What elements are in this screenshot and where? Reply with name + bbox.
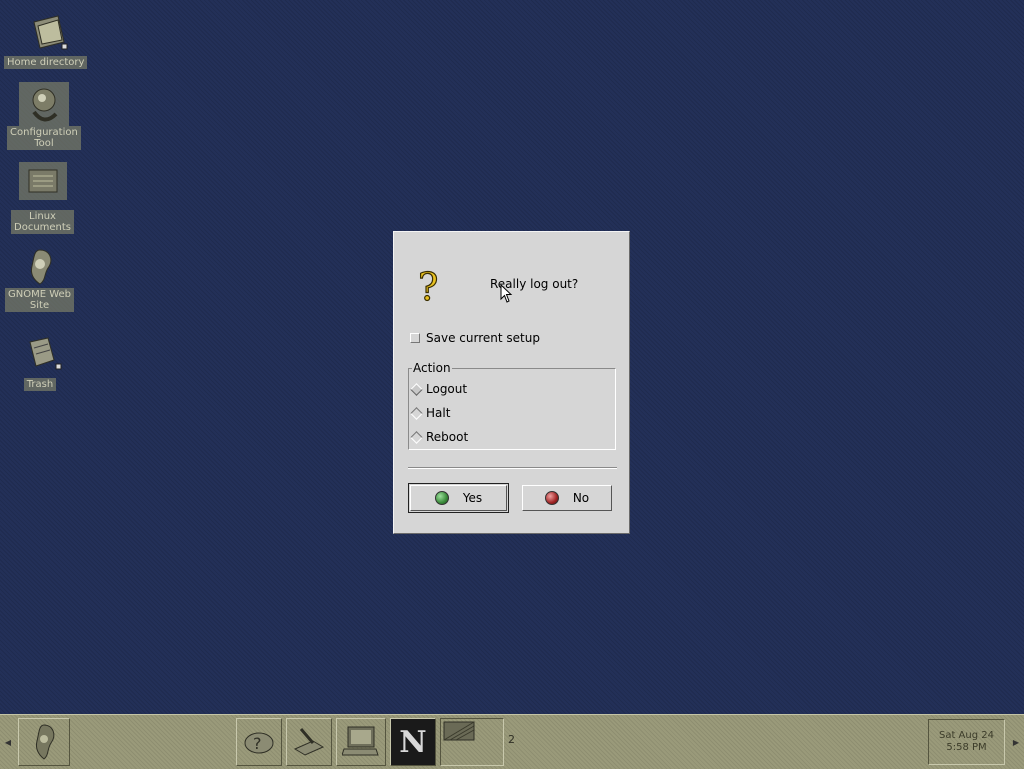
radio-label: Halt [426,406,451,420]
help-launcher[interactable]: ? [236,718,282,766]
desktop-icon-home[interactable]: Home directory [4,12,88,69]
question-icon: ? [416,264,444,309]
gnome-panel: ◀ ? N 2 Sat Aug 24 5:58 PM ▶ [0,714,1024,769]
desktop-icon-docs[interactable]: Linux Documents [11,162,75,234]
main-menu-button[interactable] [18,718,70,766]
checkbox-box[interactable] [410,333,420,343]
clock-date: Sat Aug 24 [938,730,994,741]
yes-button[interactable]: Yes [408,483,509,513]
radio-label: Logout [426,382,468,396]
workspace-pager[interactable] [440,718,504,766]
terminal-icon [341,723,380,762]
svg-text:?: ? [418,266,438,306]
radio-indicator[interactable] [410,382,423,396]
save-setup-checkbox[interactable]: Save current setup [410,331,540,345]
logout-dialog: ? Really log out? Save current setup Act… [393,231,630,534]
desktop-icon-trash[interactable]: Trash [16,334,64,391]
radio-indicator[interactable] [410,430,423,444]
netscape-launcher[interactable]: N [390,718,436,766]
config-tool-icon [18,82,69,126]
radio-indicator[interactable] [410,406,423,420]
action-group-title: Action [412,361,452,375]
desktop-icon-config[interactable]: Configuration Tool [7,82,81,150]
pager-count: 2 [508,733,515,746]
red-ball-icon [544,491,559,505]
desktop-icon-label: Home directory [4,56,88,69]
desktop-icon-gnome[interactable]: GNOME Web Site [5,244,75,312]
desktop-icon-label: Trash [23,378,57,391]
folder-icon [22,12,70,56]
pager-icon [443,721,475,741]
save-setup-label: Save current setup [426,331,540,345]
help-icon: ? [241,723,277,762]
terminal-launcher[interactable] [336,718,386,766]
mouse-cursor-icon [500,283,514,307]
radio-halt[interactable]: Halt [410,406,451,420]
yes-label: Yes [462,491,483,505]
config-launcher[interactable] [286,718,332,766]
netscape-icon: N [399,724,427,760]
panel-hide-right-icon[interactable]: ▶ [1010,719,1022,765]
gnome-foot-icon [27,721,61,764]
tools-icon [291,723,327,762]
panel-clock[interactable]: Sat Aug 24 5:58 PM [928,719,1005,765]
desktop-icon-label: Configuration Tool [7,126,81,150]
radio-label: Reboot [426,430,469,444]
documents-icon [18,162,67,200]
green-ball-icon [434,491,449,505]
panel-hide-left-icon[interactable]: ◀ [2,719,14,765]
no-button[interactable]: No [522,485,612,511]
no-label: No [572,491,590,505]
dialog-separator [408,467,617,469]
clock-time: 5:58 PM [946,742,987,753]
svg-text:?: ? [253,734,262,753]
trash-icon [16,334,64,378]
radio-reboot[interactable]: Reboot [410,430,469,444]
gnome-foot-icon [16,244,64,288]
desktop-icon-label: GNOME Web Site [5,288,75,312]
desktop-icon-label: Linux Documents [11,210,75,234]
radio-logout[interactable]: Logout [410,382,468,396]
